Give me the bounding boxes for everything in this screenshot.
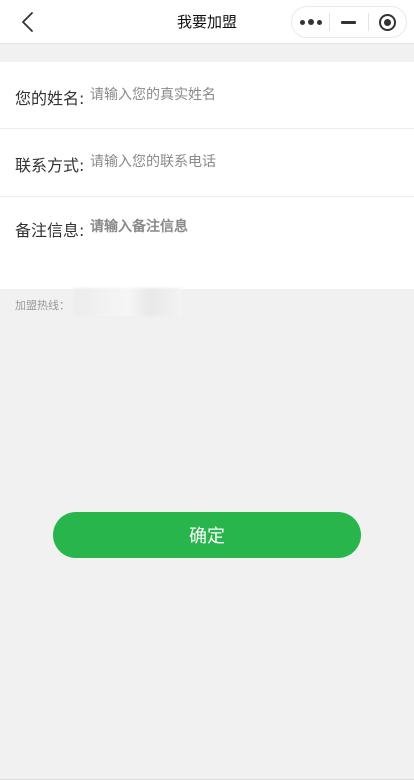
name-row: 您的姓名: <box>0 62 414 129</box>
mini-program-capsule <box>291 6 407 38</box>
contact-input[interactable] <box>90 151 400 173</box>
hotline-label: 加盟热线： <box>15 299 70 312</box>
note-textarea[interactable] <box>90 216 400 276</box>
target-circle-icon <box>378 13 396 31</box>
contact-label: 联系方式: <box>15 156 85 175</box>
navigation-bar: 我要加盟 <box>0 0 414 44</box>
hotline: 加盟热线： <box>15 288 182 316</box>
minimize-button[interactable] <box>330 7 367 37</box>
more-dots-icon <box>299 19 322 25</box>
name-label: 您的姓名: <box>15 89 85 108</box>
name-input[interactable] <box>90 84 400 106</box>
note-row: 备注信息: <box>0 197 414 289</box>
confirm-button[interactable]: 确定 <box>53 512 361 558</box>
join-form: 您的姓名: 联系方式: 备注信息: <box>0 62 414 289</box>
contact-row: 联系方式: <box>0 129 414 197</box>
close-button[interactable] <box>369 7 406 37</box>
more-button[interactable] <box>292 7 329 37</box>
note-label: 备注信息: <box>15 221 85 240</box>
minus-icon <box>341 20 357 24</box>
hotline-number-redacted <box>74 288 182 316</box>
